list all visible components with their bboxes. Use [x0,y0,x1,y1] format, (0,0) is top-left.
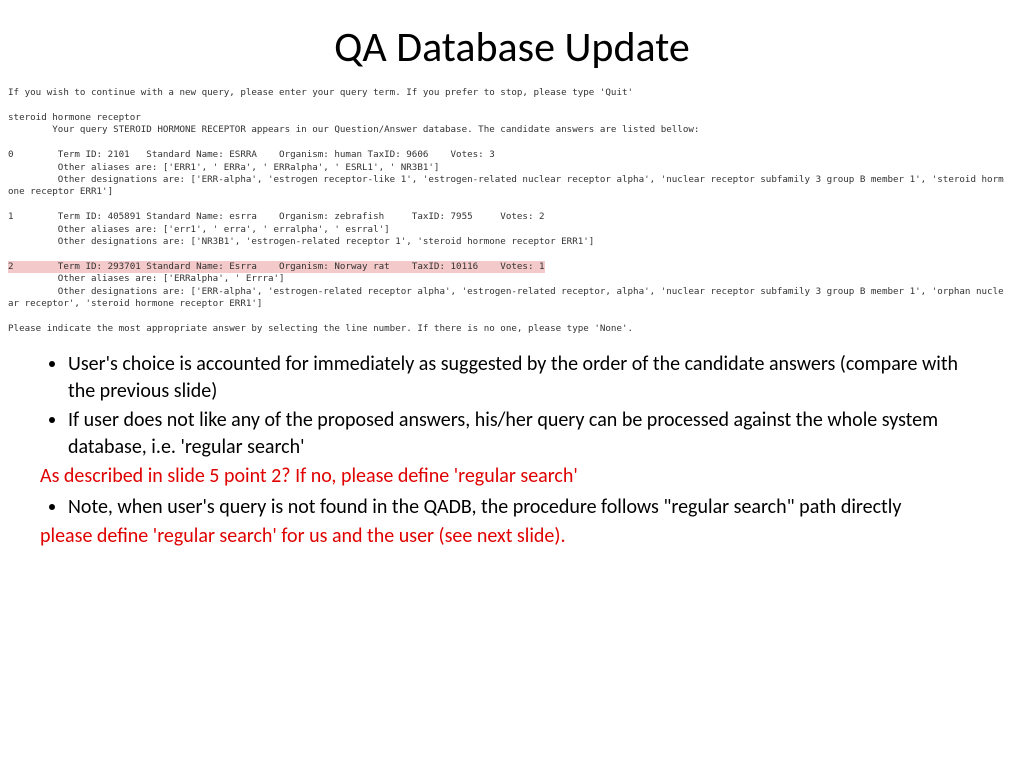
reviewer-note-1: As described in slide 5 point 2? If no, … [40,463,984,490]
terminal-output: If you wish to continue with a new query… [0,83,1024,339]
term-result-2-cont: ar receptor', 'steroid hormone receptor … [8,298,262,309]
bullet-2: If user does not like any of the propose… [68,407,984,461]
term-result-0-cont: one receptor ERR1'] [8,186,113,197]
slide-body: User's choice is accounted for immediate… [0,339,1024,550]
term-result-2-desig: Other designations are: ['ERR-alpha', 'e… [8,286,1004,297]
reviewer-note-2: please define 'regular search' for us an… [40,523,984,550]
bullet-1: User's choice is accounted for immediate… [68,351,984,405]
term-prompt-continue: If you wish to continue with a new query… [8,87,633,98]
term-result-0-header: 0 Term ID: 2101 Standard Name: ESRRA Org… [8,149,495,160]
term-result-1-desig: Other designations are: ['NR3B1', 'estro… [8,236,594,247]
term-query-input: steroid hormone receptor [8,112,141,123]
bullet-list-1: User's choice is accounted for immediate… [40,351,984,461]
term-result-2-header-highlighted: 2 Term ID: 293701 Standard Name: Esrra O… [8,261,545,273]
bullet-3: Note, when user's query is not found in … [68,494,984,521]
slide-title: QA Database Update [0,0,1024,83]
term-result-1-aliases: Other aliases are: ['err1', ' erra', ' e… [8,224,390,235]
term-result-2-aliases: Other aliases are: ['ERRalpha', ' Errra'… [8,273,285,284]
term-result-1-header: 1 Term ID: 405891 Standard Name: esrra O… [8,211,545,222]
term-result-0-desig: Other designations are: ['ERR-alpha', 'e… [8,174,1004,185]
term-match-msg: Your query STEROID HORMONE RECEPTOR appe… [8,124,699,135]
term-prompt-select: Please indicate the most appropriate ans… [8,323,633,334]
bullet-list-2: Note, when user's query is not found in … [40,494,984,521]
term-result-0-aliases: Other aliases are: ['ERR1', ' ERRa', ' E… [8,162,439,173]
